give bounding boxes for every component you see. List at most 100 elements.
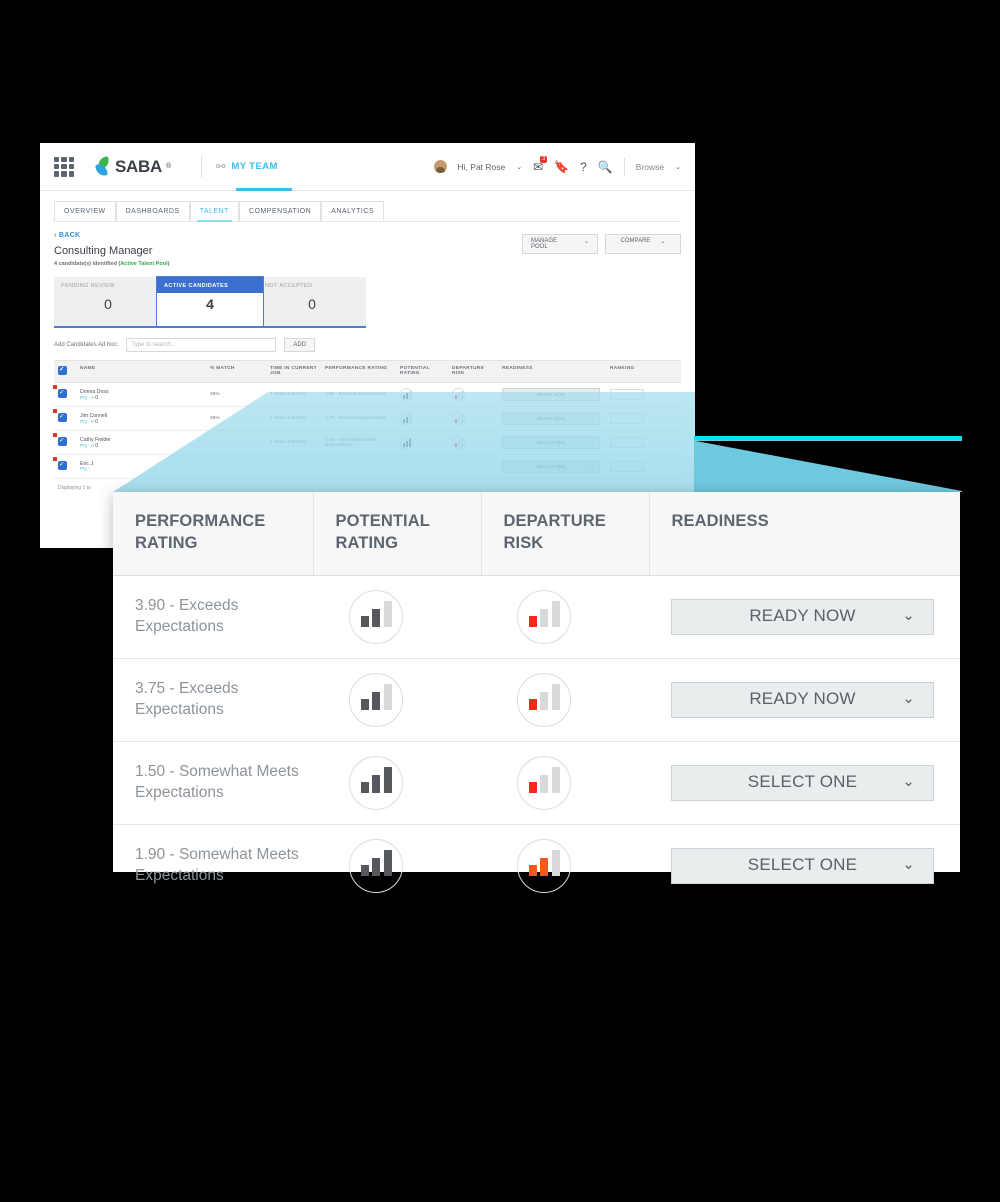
browse-label[interactable]: Browse bbox=[636, 162, 664, 172]
readiness-value: SELECT ONE bbox=[747, 772, 858, 792]
help-icon[interactable]: ? bbox=[580, 161, 587, 173]
cell-departure bbox=[448, 454, 498, 479]
cell-tenure: 1 Years 1 Months bbox=[266, 406, 321, 431]
chevron-down-icon: ⌄ bbox=[589, 415, 594, 422]
tab-analytics[interactable]: ANALYTICS bbox=[321, 201, 385, 221]
ranking-input[interactable] bbox=[610, 413, 644, 424]
back-link[interactable]: ‹ BACK bbox=[54, 232, 522, 239]
page-content: ‹ BACK Consulting Manager 4 candidate(s)… bbox=[40, 222, 695, 497]
stat-not-accepted-label: NOT ACCEPTED bbox=[265, 283, 313, 289]
compare-label: COMPARE bbox=[620, 238, 651, 244]
candidate-name[interactable]: Eric J. bbox=[80, 461, 202, 467]
table-row[interactable]: Cathy Fielder PQ - 0 0 2 Years 4 Months … bbox=[53, 430, 681, 455]
cell-match: 29% bbox=[206, 382, 266, 407]
magnified-table-row[interactable]: 3.75 - Exceeds Expectations READY NOW ⌄ bbox=[113, 658, 960, 742]
compare-button[interactable]: COMPARE ⌄ bbox=[605, 234, 681, 254]
nav-my-team[interactable]: ⚯ MY TEAM bbox=[216, 160, 278, 173]
readiness-dropdown[interactable]: READY NOW ⌄ bbox=[671, 681, 934, 718]
candidate-name[interactable]: Donna Doss bbox=[80, 389, 202, 395]
avatar[interactable] bbox=[433, 160, 447, 173]
magnified-table-card: PERFORMANCE RATING POTENTIAL RATING DEPA… bbox=[113, 492, 960, 893]
col-readiness[interactable]: READINESS bbox=[498, 360, 606, 383]
table-row[interactable]: Donna Doss PQ - 0 0 29% 1 Years 1 Months… bbox=[53, 382, 681, 407]
tab-dashboards[interactable]: DASHBOARDS bbox=[115, 201, 190, 221]
magnified-table-row[interactable]: 1.90 - Somewhat Meets Expectations SELEC… bbox=[113, 824, 960, 907]
tab-overview[interactable]: OVERVIEW bbox=[54, 201, 116, 221]
tab-compensation[interactable]: COMPENSATION bbox=[238, 201, 322, 221]
col-name[interactable]: NAME bbox=[76, 360, 206, 383]
cell-performance: 3.90 - Exceeds Expectations bbox=[321, 382, 396, 407]
magnified-potential-cell bbox=[313, 658, 481, 742]
cell-potential bbox=[396, 430, 448, 455]
subtitle-prefix: 4 candidate(s) identified ( bbox=[54, 261, 121, 267]
adhoc-search-input[interactable]: Type to search... bbox=[126, 338, 277, 352]
ranking-input[interactable] bbox=[610, 389, 644, 400]
magnified-col-departure-risk[interactable]: DEPARTURE RISK bbox=[481, 492, 650, 576]
bar-risk-icon bbox=[452, 388, 465, 401]
row-checkbox[interactable] bbox=[58, 460, 67, 470]
magnified-performance-rating: 1.90 - Somewhat Meets Expectations bbox=[135, 845, 299, 884]
stat-active-candidates-label: ACTIVE CANDIDATES bbox=[157, 277, 263, 293]
subtitle-suffix: ) bbox=[167, 261, 170, 267]
topbar-right-group: Hi, Pat Rose ⌄ ✉ 3 🔖 ? 🔍 Browse ⌄ bbox=[433, 155, 681, 176]
candidate-pq: PQ - 0 bbox=[80, 395, 94, 401]
col-performance[interactable]: PERFORMANCE RATING bbox=[321, 360, 396, 383]
col-match[interactable]: % MATCH bbox=[206, 360, 266, 383]
user-chevron-down-icon[interactable]: ⌄ bbox=[516, 163, 522, 171]
stat-not-accepted[interactable]: NOT ACCEPTED 0 bbox=[258, 277, 366, 328]
cell-readiness: READY NOW ⌄ bbox=[498, 406, 606, 431]
col-tenure[interactable]: TIME IN CURRENT JOB bbox=[266, 360, 321, 383]
magnified-table-row[interactable]: 3.90 - Exceeds Expectations READY NOW ⌄ bbox=[113, 575, 960, 659]
readiness-dropdown[interactable]: SELECT ONE ⌄ bbox=[671, 764, 934, 801]
readiness-dropdown[interactable]: SELECT ONE ⌄ bbox=[671, 847, 934, 884]
cell-performance: 1.50 - Somewhat Meets Expectations bbox=[321, 430, 396, 455]
cell-performance: 3.75 - Exceeds Expectations bbox=[321, 406, 396, 431]
manage-pool-button[interactable]: MANAGE POOL ⌄ bbox=[522, 234, 598, 254]
row-checkbox[interactable] bbox=[58, 412, 67, 422]
chevron-down-icon: ⌄ bbox=[902, 690, 915, 708]
bar-risk-icon bbox=[452, 412, 465, 425]
page-title: Consulting Manager bbox=[54, 245, 153, 257]
stat-active-candidates[interactable]: ACTIVE CANDIDATES 4 bbox=[156, 276, 264, 328]
readiness-dropdown[interactable]: READY NOW ⌄ bbox=[502, 412, 600, 425]
magnified-potential-cell bbox=[313, 741, 481, 825]
candidate-name[interactable]: Jim Connell bbox=[80, 413, 202, 419]
readiness-value: READY NOW bbox=[749, 606, 856, 626]
magnified-table-row[interactable]: 1.50 - Somewhat Meets Expectations SELEC… bbox=[113, 741, 960, 825]
magnified-col-potential-rating[interactable]: POTENTIAL RATING bbox=[313, 492, 482, 576]
magnified-col-performance-rating[interactable]: PERFORMANCE RATING bbox=[113, 492, 314, 576]
readiness-dropdown[interactable]: READY NOW ⌄ bbox=[502, 388, 600, 401]
saba-logo[interactable]: SABA ® bbox=[94, 155, 171, 177]
browse-chevron-down-icon[interactable]: ⌄ bbox=[675, 163, 681, 171]
readiness-value: READY NOW bbox=[536, 392, 566, 397]
stat-pending-review-value: 0 bbox=[104, 296, 112, 312]
tab-talent[interactable]: TALENT bbox=[189, 201, 239, 222]
stat-pending-review[interactable]: PENDING REVIEW 0 bbox=[54, 277, 162, 328]
select-all-checkbox[interactable] bbox=[58, 365, 67, 375]
candidate-name[interactable]: Cathy Fielder bbox=[80, 437, 202, 443]
magnified-col-readiness[interactable]: READINESS bbox=[649, 492, 960, 576]
table-row[interactable]: Eric J. PQ - SELECT ONE ⌄ bbox=[53, 454, 681, 479]
col-potential[interactable]: POTENTIAL RATING bbox=[396, 360, 448, 383]
magnified-readiness-cell: SELECT ONE ⌄ bbox=[649, 741, 960, 825]
org-chart-icon: ⚯ bbox=[216, 161, 226, 173]
readiness-dropdown[interactable]: SELECT ONE ⌄ bbox=[502, 436, 600, 449]
row-flag-icon bbox=[53, 385, 57, 389]
search-icon[interactable]: 🔍 bbox=[598, 161, 613, 173]
row-checkbox[interactable] bbox=[58, 388, 67, 398]
add-button[interactable]: ADD bbox=[284, 338, 316, 352]
mail-icon[interactable]: ✉ 3 bbox=[533, 155, 548, 173]
cell-name: Jim Connell PQ - 0 0 bbox=[76, 406, 206, 431]
table-row[interactable]: Jim Connell PQ - 0 0 29% 1 Years 1 Month… bbox=[53, 406, 681, 431]
readiness-dropdown[interactable]: SELECT ONE ⌄ bbox=[502, 460, 600, 473]
ranking-input[interactable] bbox=[610, 437, 644, 448]
user-greeting[interactable]: Hi, Pat Rose bbox=[458, 162, 506, 172]
col-ranking[interactable]: RANKING bbox=[606, 360, 681, 383]
ranking-input[interactable] bbox=[610, 461, 644, 472]
magnified-departure-cell bbox=[481, 824, 649, 907]
readiness-dropdown[interactable]: READY NOW ⌄ bbox=[671, 598, 934, 635]
col-departure[interactable]: DEPARTURE RISK bbox=[448, 360, 498, 383]
bookmark-icon[interactable]: 🔖 bbox=[554, 161, 569, 173]
apps-grid-icon[interactable] bbox=[54, 156, 74, 177]
row-checkbox[interactable] bbox=[58, 436, 67, 446]
